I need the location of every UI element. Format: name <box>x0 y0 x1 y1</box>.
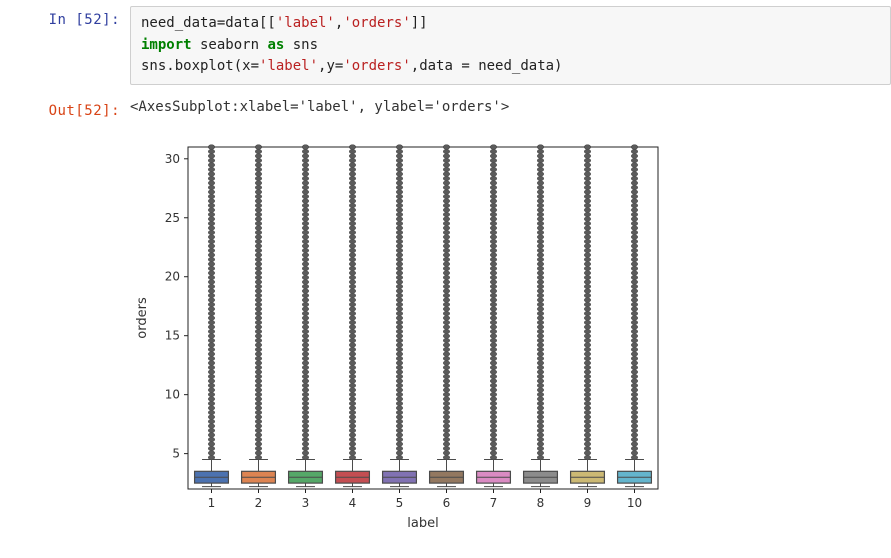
code-line-2: import seaborn as sns <box>141 37 318 53</box>
output-prompt: Out[52]: <box>0 97 130 119</box>
x-axis-label: label <box>407 516 438 531</box>
x-tick-label: 10 <box>627 496 642 510</box>
x-tick-label: 3 <box>302 496 310 510</box>
input-cell: In [52]: need_data=data[['label','orders… <box>0 0 891 89</box>
x-tick-label: 6 <box>443 496 451 510</box>
boxplot-chart: 5 10 15 20 25 30 1 2 3 4 5 6 7 8 9 10 label orders <box>130 133 670 533</box>
code-block[interactable]: need_data=data[['label','orders']] impor… <box>130 6 891 85</box>
x-tick-label: 8 <box>537 496 545 510</box>
x-tick-label: 7 <box>490 496 498 510</box>
x-tick-label: 2 <box>255 496 263 510</box>
y-tick-label: 20 <box>165 270 180 284</box>
input-prompt: In [52]: <box>0 6 130 85</box>
code-line-3: sns.boxplot(x='label',y='orders',data = … <box>141 58 562 74</box>
output-cell: Out[52]: <AxesSubplot:xlabel='label', yl… <box>0 89 891 123</box>
y-tick-label: 15 <box>165 329 180 343</box>
y-tick-label: 25 <box>165 211 180 225</box>
y-tick-label: 5 <box>172 447 180 461</box>
y-tick-label: 10 <box>165 388 180 402</box>
y-tick-label: 30 <box>165 152 180 166</box>
x-tick-label: 9 <box>584 496 592 510</box>
x-tick-label: 1 <box>208 496 216 510</box>
x-tick-label: 5 <box>396 496 404 510</box>
y-axis-label: orders <box>135 297 150 339</box>
output-text: <AxesSubplot:xlabel='label', ylabel='ord… <box>130 97 891 115</box>
code-line-1: need_data=data[['label','orders']] <box>141 15 428 31</box>
chart-container: 5 10 15 20 25 30 1 2 3 4 5 6 7 8 9 10 label orders <box>0 123 891 533</box>
x-tick-label: 4 <box>349 496 357 510</box>
